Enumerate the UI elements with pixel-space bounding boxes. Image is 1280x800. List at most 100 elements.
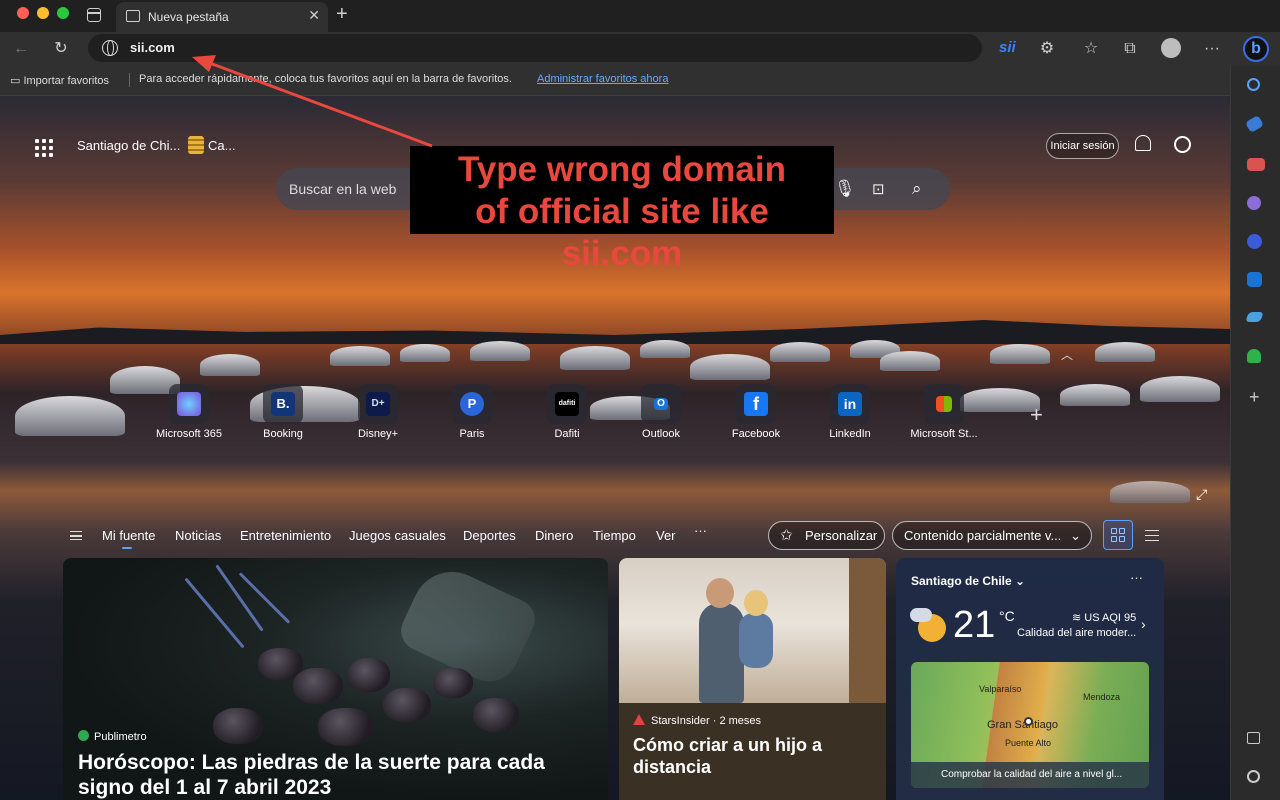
shopping-tag-icon[interactable]: [1245, 115, 1264, 133]
tab-juegos-casuales[interactable]: Juegos casuales: [349, 528, 446, 543]
tab-mi-fuente[interactable]: Mi fuente: [102, 528, 155, 549]
personalize-button[interactable]: ✩ Personalizar: [768, 521, 885, 550]
weather-city-label: Santiago de Chile: [911, 574, 1012, 588]
tab-deportes[interactable]: Deportes: [463, 528, 516, 543]
url-text[interactable]: sii.com: [130, 40, 175, 55]
back-button[interactable]: ←: [9, 37, 33, 61]
news-card-horoscope[interactable]: Publimetro Horóscopo: Las piedras de la …: [63, 558, 608, 800]
profile-avatar[interactable]: [1161, 38, 1181, 58]
quick-link-label: LinkedIn: [829, 428, 871, 440]
quick-link-facebook[interactable]: f Facebook: [708, 384, 804, 440]
chevron-right-icon[interactable]: ›: [1141, 616, 1146, 632]
tab-ver[interactable]: Ver: [656, 528, 676, 543]
sparkle-icon: ✩: [780, 527, 793, 544]
manage-favorites-link[interactable]: Administrar favoritos ahora: [537, 73, 668, 85]
check-air-quality-link[interactable]: Comprobar la calidad del aire a nivel gl…: [911, 762, 1149, 788]
tab-entretenimiento[interactable]: Entretenimiento: [240, 528, 331, 543]
expand-background-icon[interactable]: ⤢: [1196, 486, 1207, 503]
search-icon[interactable]: [1247, 78, 1260, 91]
quick-link-outlook[interactable]: O Outlook: [613, 384, 709, 440]
new-tab-background: Santiago de Chi... Ca... Iniciar sesión …: [0, 96, 1230, 800]
quick-link-paris[interactable]: P Paris: [424, 384, 520, 440]
list-layout-button[interactable]: [1145, 530, 1159, 541]
microsoft-store-icon: [936, 396, 952, 412]
more-menu-icon[interactable]: ···: [1200, 37, 1224, 61]
search-icon[interactable]: ⌕: [912, 179, 922, 199]
dafiti-icon: dafiti: [555, 392, 579, 416]
quick-link-label: Disney+: [357, 428, 399, 440]
sii-extension-icon[interactable]: sii: [999, 39, 1016, 56]
collapse-quick-links-icon[interactable]: ︿: [1061, 346, 1073, 363]
tools-icon[interactable]: [1247, 158, 1265, 171]
tab-more[interactable]: ···: [694, 523, 707, 538]
tab-actions-icon[interactable]: [87, 8, 101, 22]
location-label[interactable]: Santiago de Chi...: [77, 138, 180, 153]
sidebar-settings-icon[interactable]: [1247, 770, 1260, 783]
quick-link-linkedin[interactable]: in LinkedIn: [802, 384, 898, 440]
weather-condition-icon: [188, 136, 204, 154]
new-tab-button[interactable]: +: [336, 3, 348, 26]
send-icon[interactable]: [1245, 312, 1264, 322]
globe-icon: [102, 40, 118, 56]
booking-icon: B.: [271, 392, 295, 416]
grid-layout-button[interactable]: [1103, 520, 1133, 550]
bing-copilot-icon[interactable]: b: [1243, 36, 1269, 62]
quick-link-booking[interactable]: B. Booking: [235, 384, 331, 440]
tab-noticias[interactable]: Noticias: [175, 528, 221, 543]
notifications-bell-icon[interactable]: [1135, 135, 1151, 151]
favorites-star-icon[interactable]: ☆: [1079, 37, 1103, 61]
starsinsider-icon: [633, 714, 645, 725]
extensions-icon[interactable]: ⚙: [1035, 37, 1059, 61]
weather-card[interactable]: Santiago de Chile ⌄ ··· 21 °C ≋ US AQI 9…: [896, 558, 1164, 800]
quick-link-disney-plus[interactable]: D+ Disney+: [330, 384, 426, 440]
outlook-sidebar-icon[interactable]: [1247, 272, 1262, 287]
more-options-icon[interactable]: ···: [1130, 570, 1143, 585]
address-bar[interactable]: sii.com: [88, 34, 982, 62]
disney-plus-icon: D+: [366, 392, 390, 416]
publimetro-icon: [78, 730, 89, 741]
sign-in-button[interactable]: Iniciar sesión: [1046, 133, 1119, 159]
refresh-button[interactable]: ↻: [49, 37, 73, 61]
card-title[interactable]: Cómo criar a un hijo a distancia: [633, 734, 873, 778]
tab-tiempo[interactable]: Tiempo: [593, 528, 636, 543]
article-image: [619, 558, 886, 703]
news-card-parenting[interactable]: StarsInsider · 2 meses Cómo criar a un h…: [619, 558, 886, 800]
map-label-puente-alto: Puente Alto: [1005, 738, 1052, 748]
hide-sidebar-icon[interactable]: [1247, 732, 1260, 744]
quick-link-microsoft-365[interactable]: Microsoft 365: [141, 384, 237, 440]
temperature-value: 21: [953, 604, 996, 646]
games-icon[interactable]: [1247, 196, 1261, 210]
quick-link-label: Paris: [459, 428, 485, 440]
weather-city[interactable]: Santiago de Chile ⌄: [911, 574, 1025, 588]
paris-icon: P: [460, 392, 484, 416]
collections-icon[interactable]: ⧉: [1118, 37, 1142, 61]
import-favorites-button[interactable]: ▭ Importar favoritos: [10, 74, 109, 87]
maximize-window-button[interactable]: [57, 7, 69, 19]
content-visibility-dropdown[interactable]: Contenido parcialmente v... ⌄: [892, 521, 1092, 550]
source-label: Publimetro: [94, 731, 147, 743]
visual-search-icon[interactable]: ⊡: [872, 180, 885, 198]
add-quick-link-button[interactable]: +: [1030, 402, 1043, 428]
close-window-button[interactable]: [17, 7, 29, 19]
card-source: StarsInsider · 2 meses: [633, 714, 761, 727]
tab-dinero[interactable]: Dinero: [535, 528, 573, 543]
minimize-window-button[interactable]: [37, 7, 49, 19]
page-settings-gear-icon[interactable]: [1174, 136, 1191, 153]
close-tab-icon[interactable]: ✕: [308, 7, 320, 24]
microphone-icon[interactable]: 🎙: [834, 179, 856, 199]
tree-icon[interactable]: [1247, 349, 1261, 363]
chevron-down-icon: ⌄: [1070, 528, 1081, 543]
feed-menu-icon[interactable]: [70, 531, 82, 540]
quick-link-microsoft-store[interactable]: Microsoft St...: [896, 384, 992, 440]
quick-link-dafiti[interactable]: dafiti Dafiti: [519, 384, 615, 440]
microsoft-365-icon: [177, 392, 201, 416]
quick-link-label: Microsoft 365: [155, 428, 223, 440]
weather-short-label[interactable]: Ca...: [208, 138, 235, 153]
air-quality-map[interactable]: Valparaíso Mendoza Gran Santiago Puente …: [911, 662, 1149, 788]
card-title[interactable]: Horóscopo: Las piedras de la suerte para…: [78, 750, 598, 800]
tab-new-tab[interactable]: Nueva pestaña ✕: [116, 2, 328, 32]
annotation-line-1: Type wrong domain: [458, 150, 786, 189]
microsoft-365-sidebar-icon[interactable]: [1247, 234, 1262, 249]
apps-launcher-icon[interactable]: [35, 139, 53, 157]
add-sidebar-app-icon[interactable]: +: [1249, 388, 1267, 406]
